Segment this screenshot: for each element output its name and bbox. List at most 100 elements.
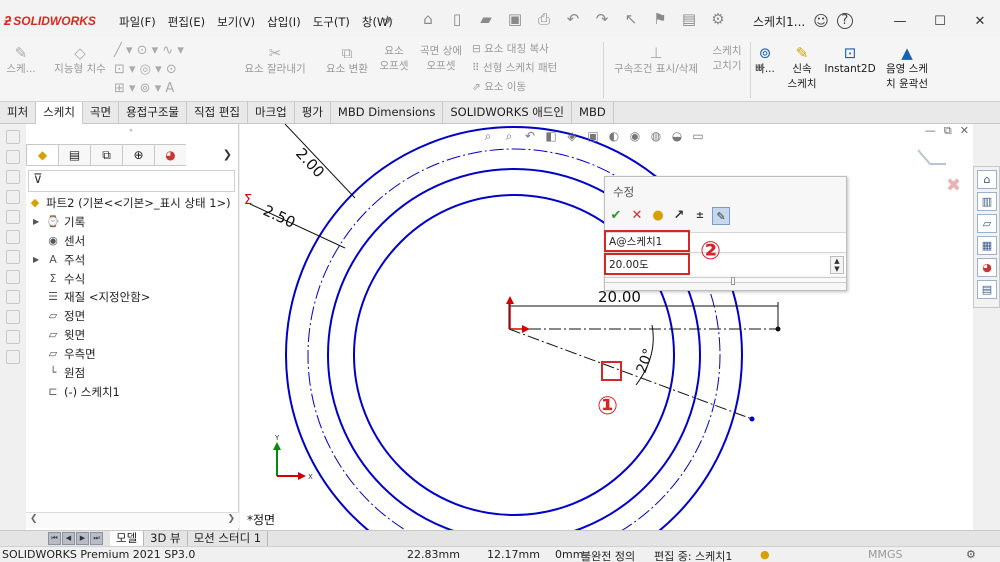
hide-show-icon[interactable]: ◉ bbox=[627, 128, 643, 144]
file-explorer-icon[interactable]: ▱ bbox=[977, 214, 997, 233]
horizontal-scrollbar[interactable]: ❮ ❯ bbox=[26, 512, 239, 528]
zoom-to-fit-icon[interactable]: ⌕ bbox=[480, 128, 496, 144]
splitter-handle[interactable]: ° bbox=[129, 128, 133, 137]
tab-mbd[interactable]: MBD bbox=[572, 102, 614, 124]
strip-icon[interactable] bbox=[6, 250, 20, 264]
view-orientation-icon[interactable] bbox=[917, 149, 946, 165]
chevron-right-icon[interactable]: ❯ bbox=[223, 148, 232, 161]
strip-icon[interactable] bbox=[6, 270, 20, 284]
convert-button[interactable]: ⧉ 요소 변환 bbox=[322, 44, 372, 77]
diameter-dimension-top[interactable]: 2.00 bbox=[292, 144, 328, 181]
move-button[interactable]: ⇗ 요소 이동 bbox=[472, 80, 526, 95]
settings-icon[interactable]: ⚙ bbox=[966, 548, 976, 561]
tab-features[interactable]: 피처 bbox=[0, 102, 37, 124]
rebuild-icon[interactable]: ⚑ bbox=[650, 9, 670, 29]
rebuild-icon[interactable]: ● bbox=[649, 207, 667, 225]
tab-mbd-dimensions[interactable]: MBD Dimensions bbox=[331, 102, 444, 124]
trim-button[interactable]: ✂ 요소 잘라내기 bbox=[234, 44, 316, 77]
custom-properties-icon[interactable]: ▤ bbox=[977, 280, 997, 299]
tab-surfaces[interactable]: 곡면 bbox=[83, 102, 120, 124]
tree-item-right-plane[interactable]: ▱ 우측면 bbox=[26, 345, 239, 364]
zoom-area-icon[interactable]: ⌕ bbox=[501, 128, 517, 144]
select-icon[interactable]: ↖ bbox=[621, 9, 641, 29]
tree-item-equations[interactable]: Σ 수식 bbox=[26, 270, 239, 289]
appearance-icon[interactable]: ◍ bbox=[648, 128, 664, 144]
shaded-contours-button[interactable]: ▲ 음영 스케 치 윤곽선 bbox=[878, 44, 936, 92]
options-icon[interactable]: ⚙ bbox=[708, 9, 728, 29]
tab-weldments[interactable]: 용접구조물 bbox=[119, 102, 187, 124]
scene-icon[interactable]: ◒ bbox=[669, 128, 685, 144]
repair-sketch-button[interactable]: 스케치 고치기 bbox=[706, 44, 748, 74]
feature-tree-tab-icon[interactable]: ◆ bbox=[26, 144, 58, 166]
scroll-left-icon[interactable]: ❮ bbox=[30, 514, 38, 524]
first-tab-icon[interactable]: ⏮ bbox=[48, 532, 61, 545]
exit-sketch-icon[interactable]: ✖ bbox=[946, 175, 961, 196]
cancel-icon[interactable]: ✕ bbox=[628, 207, 646, 225]
next-tab-icon[interactable]: ▶ bbox=[76, 532, 89, 545]
save-icon[interactable]: ▣ bbox=[505, 9, 525, 29]
tree-filter[interactable]: ⊽ bbox=[28, 170, 235, 192]
diameter-dimension-left[interactable]: 2.50 bbox=[260, 201, 298, 231]
strip-icon[interactable] bbox=[6, 290, 20, 304]
strip-icon[interactable] bbox=[6, 230, 20, 244]
undo-icon[interactable]: ↶ bbox=[563, 9, 583, 29]
tree-item-annotations[interactable]: ▶ A 주석 bbox=[26, 251, 239, 270]
new-document-icon[interactable]: ▯ bbox=[447, 9, 467, 29]
display-style-icon[interactable]: ◐ bbox=[606, 128, 622, 144]
view-orientation-icon[interactable]: ▣ bbox=[585, 128, 601, 144]
menu-file[interactable]: 파일(F) bbox=[113, 14, 162, 30]
linear-pattern-button[interactable]: ⠿ 선형 스케치 패턴 bbox=[472, 61, 557, 76]
dimxpert-tab-icon[interactable]: ⊕ bbox=[122, 144, 154, 166]
mirror-button[interactable]: ⊟ 요소 대칭 복사 bbox=[472, 42, 549, 57]
strip-icon[interactable] bbox=[6, 210, 20, 224]
tree-item-front-plane[interactable]: ▱ 정면 bbox=[26, 307, 239, 326]
units-system[interactable]: MMGS bbox=[868, 548, 903, 561]
display-tab-icon[interactable]: ◕ bbox=[154, 144, 186, 166]
previous-view-icon[interactable]: ↶ bbox=[522, 128, 538, 144]
increment-icon[interactable]: ± bbox=[691, 207, 709, 225]
thumbwheel-handle[interactable] bbox=[731, 277, 735, 285]
menu-view[interactable]: 보기(V) bbox=[211, 14, 261, 30]
expand-icon[interactable]: ▶ bbox=[33, 251, 39, 269]
strip-icon[interactable] bbox=[6, 330, 20, 344]
tree-item-origin[interactable]: └ 원점 bbox=[26, 364, 239, 383]
instant2d-button[interactable]: ⊡ Instant2D bbox=[824, 44, 876, 77]
relations-button[interactable]: ⊥ 구속조건 표시/삭제 bbox=[608, 44, 704, 77]
tree-item-top-plane[interactable]: ▱ 윗면 bbox=[26, 326, 239, 345]
thumbwheel[interactable] bbox=[605, 277, 846, 285]
solidworks-logo[interactable]: ƻ SOLIDWORKS bbox=[4, 13, 96, 28]
last-tab-icon[interactable]: ⏭ bbox=[90, 532, 103, 545]
menu-edit[interactable]: 편집(E) bbox=[162, 14, 211, 30]
tree-item-history[interactable]: ▶ ⌚ 기록 bbox=[26, 213, 239, 232]
centerline-endpoint[interactable] bbox=[775, 326, 781, 332]
tab-model[interactable]: 모델 bbox=[110, 531, 145, 547]
home-icon[interactable]: ⌂ bbox=[418, 9, 438, 29]
strip-icon[interactable] bbox=[6, 130, 20, 144]
help-icon[interactable]: ? bbox=[836, 13, 853, 29]
file-properties-icon[interactable]: ▤ bbox=[679, 9, 699, 29]
rapid-sketch-button[interactable]: ✎ 신속 스케치 bbox=[782, 44, 822, 92]
sketch-entity-tools[interactable]: ╱ ▾ ⊙ ▾ ∿ ▾ ⊡ ▾ ◎ ▾ ⊙ ⊞ ▾ ⊚ ▾ A bbox=[114, 41, 224, 98]
design-library-icon[interactable]: ▥ bbox=[977, 192, 997, 211]
restore-icon[interactable]: ⧉ bbox=[944, 124, 952, 138]
tree-item-sketch1[interactable]: ⊏ (-) 스케치1 bbox=[26, 383, 239, 402]
tree-item-sensors[interactable]: ◉ 센서 bbox=[26, 232, 239, 251]
print-icon[interactable]: ⎙ bbox=[534, 9, 554, 29]
angle-dimension[interactable]: 20° bbox=[634, 347, 658, 376]
section-view-icon[interactable]: ◧ bbox=[543, 128, 559, 144]
menu-tools[interactable]: 도구(T) bbox=[307, 14, 356, 30]
reverse-direction-icon[interactable]: ↗ bbox=[670, 207, 688, 225]
sketch-button[interactable]: ✎ 스케... bbox=[6, 44, 36, 77]
strip-icon[interactable] bbox=[6, 170, 20, 184]
configuration-tab-icon[interactable]: ⧉ bbox=[90, 144, 122, 166]
tab-markup[interactable]: 마크업 bbox=[248, 102, 295, 124]
minimize-icon[interactable]: — bbox=[925, 124, 936, 138]
strip-icon[interactable] bbox=[6, 310, 20, 324]
pin-icon[interactable]: ✈ bbox=[383, 13, 393, 27]
strip-icon[interactable] bbox=[6, 350, 20, 364]
view-settings-icon[interactable]: ▭ bbox=[690, 128, 706, 144]
user-icon[interactable]: ☺ bbox=[813, 12, 829, 30]
appearances-icon[interactable]: ◕ bbox=[977, 258, 997, 277]
angled-centerline[interactable] bbox=[508, 328, 753, 420]
scroll-right-icon[interactable]: ❯ bbox=[227, 514, 235, 524]
